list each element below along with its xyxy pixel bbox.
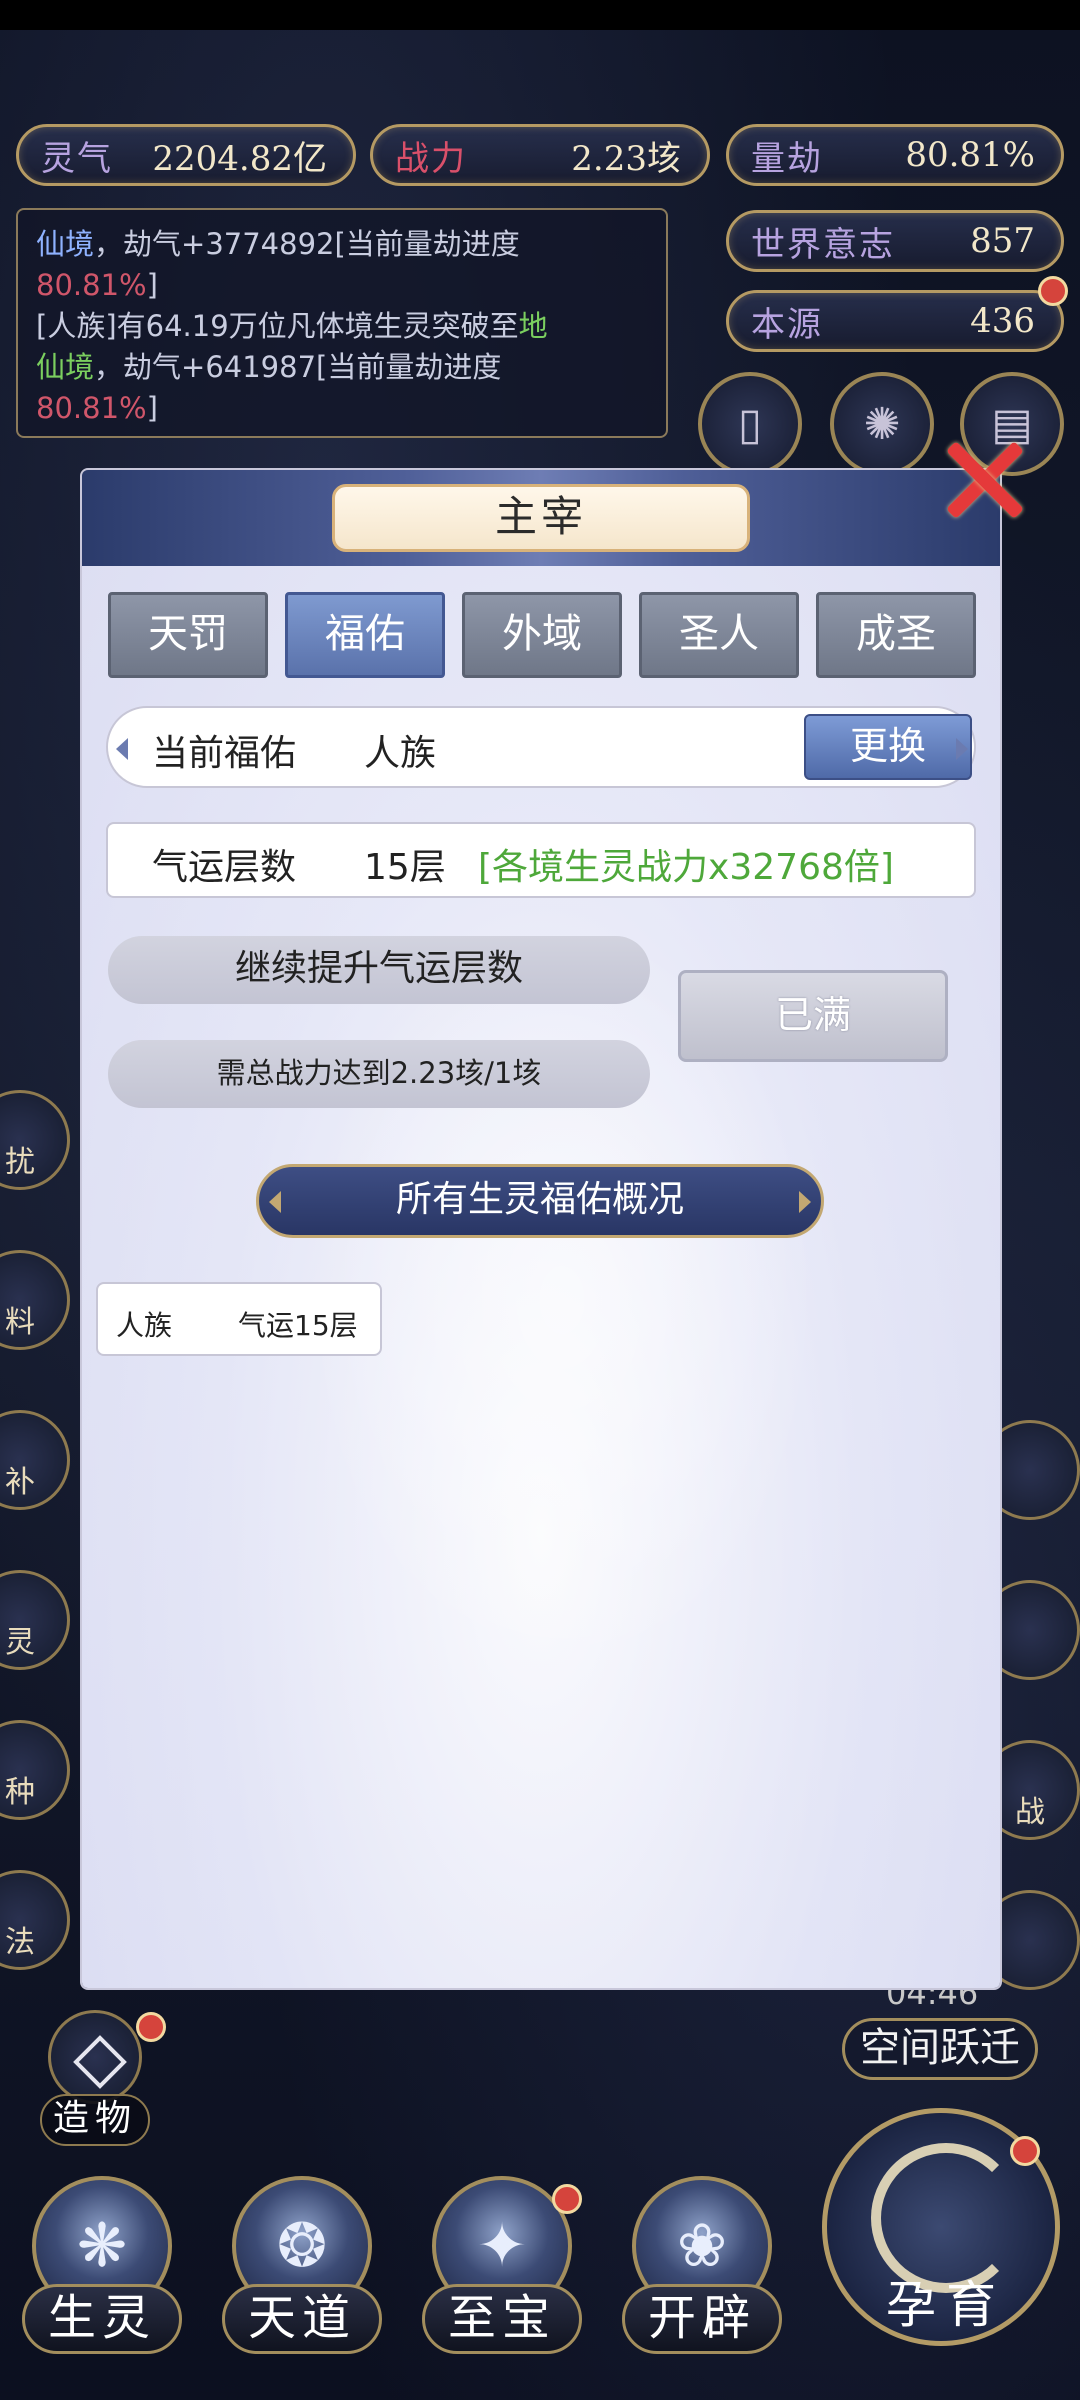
benyuan-notification-dot (1038, 276, 1068, 306)
dialog-tabs: 天罚 福佑 外域 圣人 成圣 (108, 592, 976, 678)
lingqi-value: 2204.82亿 (152, 138, 327, 179)
fortune-layers-row: 气运层数 15层 [各境生灵战力x32768倍] (106, 822, 976, 898)
liangjie-value: 80.81% (905, 135, 1035, 175)
tab-tianfa[interactable]: 天罚 (108, 592, 268, 678)
zhibao-notification-dot (552, 2184, 582, 2214)
current-blessing-row: 当前福佑 人族 更换 (106, 706, 976, 788)
nav-kaipi[interactable]: ❀ 开辟 (612, 2176, 792, 2356)
current-blessing-value: 人族 (364, 733, 437, 774)
close-icon[interactable] (934, 428, 1034, 528)
benyuan-label: 本源 (751, 304, 823, 345)
overview-header: 所有生灵福佑概况 (256, 1164, 824, 1238)
ornament-left-icon (269, 1191, 281, 1213)
benyuan-stat[interactable]: 本源 436 (726, 290, 1064, 352)
tab-chengsheng[interactable]: 成圣 (816, 592, 976, 678)
nav-tiandao-label: 天道 (222, 2284, 382, 2354)
nav-shengling-label: 生灵 (22, 2284, 182, 2354)
nav-shengling[interactable]: ❋ 生灵 (12, 2176, 192, 2356)
log-line-3b: 80.81%] (36, 391, 158, 425)
zaowu-button[interactable]: 造物 (40, 2010, 150, 2150)
nav-zhibao-label: 至宝 (422, 2284, 582, 2354)
dialog-title: 主宰 (332, 484, 750, 552)
event-log: 仙境，劫气+3774892[当前量劫进度 80.81%] [人族]有64.19万… (16, 208, 668, 438)
log-line-2: [人族]有64.19万位凡体境生灵突破至地 (36, 309, 548, 343)
shijie-value: 857 (970, 221, 1035, 261)
shijie-stat[interactable]: 世界意志 857 (726, 210, 1064, 272)
status-bar (0, 0, 1080, 30)
yunyu-label: 孕育 (886, 2276, 1006, 2334)
continue-upgrade-label: 继续提升气运层数 (108, 936, 650, 1004)
gear-icon: ✺ (863, 398, 901, 450)
benyuan-value: 436 (970, 301, 1035, 341)
race-fortune: 气运15层 (238, 1309, 358, 1342)
zhanli-label: 战力 (395, 138, 467, 179)
log-line-1: 仙境，劫气+3774892[当前量劫进度 (36, 227, 520, 261)
nav-kaipi-label: 开辟 (622, 2284, 782, 2354)
arrow-left-icon (116, 738, 128, 760)
tab-waiyu[interactable]: 外域 (462, 592, 622, 678)
ornament-right-icon (799, 1191, 811, 1213)
zhanli-stat[interactable]: 战力 2.23垓 (370, 124, 710, 186)
race-card[interactable]: 人族 气运15层 (96, 1282, 382, 1356)
phone-icon: ▯ (737, 398, 763, 450)
zhanli-value: 2.23垓 (571, 138, 681, 179)
requirement-label: 需总战力达到2.23垓/1垓 (108, 1040, 650, 1108)
nav-tiandao[interactable]: ❂ 天道 (212, 2176, 392, 2356)
tab-shengren[interactable]: 圣人 (639, 592, 799, 678)
zaowu-label: 造物 (40, 2094, 150, 2146)
liangjie-stat[interactable]: 量劫 80.81% (726, 124, 1064, 186)
fortune-layers-label: 气运层数 (152, 847, 297, 888)
phone-icon-button[interactable]: ▯ (698, 372, 802, 476)
settings-gear-button[interactable]: ✺ (830, 372, 934, 476)
shijie-label: 世界意志 (751, 224, 895, 265)
arrow-right-icon (956, 738, 968, 760)
tab-fuyou[interactable]: 福佑 (285, 592, 445, 678)
race-name: 人族 (116, 1309, 173, 1342)
swap-button[interactable]: 更换 (804, 714, 972, 780)
zhuzai-dialog: 主宰 天罚 福佑 外域 圣人 成圣 当前福佑 人族 更换 气运层数 15层 [各… (82, 470, 1000, 1988)
log-line-3: 仙境，劫气+641987[当前量劫进度 (36, 350, 502, 384)
liangjie-label: 量劫 (751, 138, 823, 179)
fortune-layers-value: 15层 (364, 847, 446, 888)
space-jump-button[interactable]: 空间跃迁 (842, 2018, 1038, 2080)
diamond-icon (48, 2010, 142, 2104)
maxed-button[interactable]: 已满 (678, 970, 948, 1062)
yunyu-notification-dot (1010, 2136, 1040, 2166)
overview-title: 所有生灵福佑概况 (395, 1179, 684, 1220)
zaowu-notification-dot (136, 2012, 166, 2042)
lingqi-label: 灵气 (41, 138, 113, 179)
current-blessing-label: 当前福佑 (152, 733, 297, 774)
lingqi-stat[interactable]: 灵气 2204.82亿 (16, 124, 356, 186)
log-line-1b: 80.81%] (36, 268, 158, 302)
fortune-bonus-text: [各境生灵战力x32768倍] (478, 847, 894, 888)
